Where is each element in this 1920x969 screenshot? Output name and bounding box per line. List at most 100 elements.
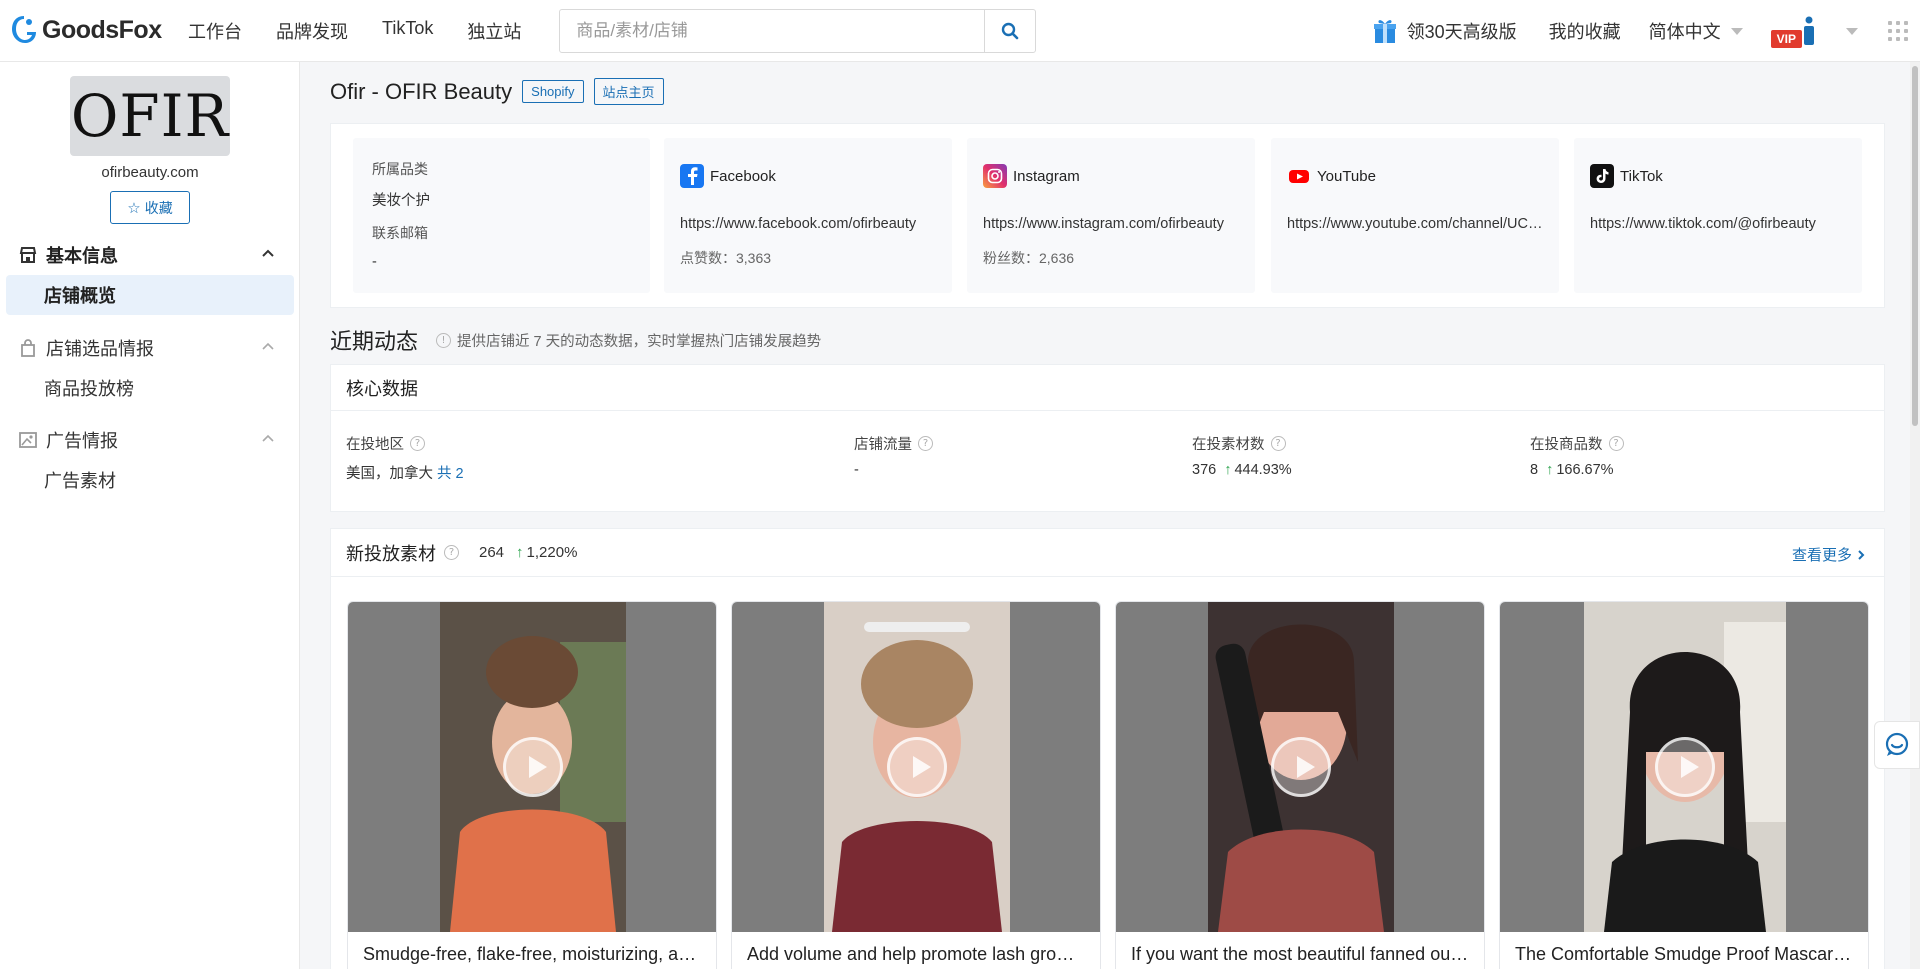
social-card-tiktok: TikTok https://www.tiktok.com/@ofirbeaut… — [1574, 138, 1862, 293]
arrow-up-icon: ↑ — [1224, 462, 1232, 478]
arrow-up-icon: ↑ — [1546, 462, 1554, 478]
store-logo: OFIR — [70, 76, 230, 156]
play-icon[interactable] — [1271, 737, 1331, 797]
arrow-up-icon: ↑ — [516, 544, 524, 561]
vip-badge: VIP — [1770, 30, 1802, 48]
count-value: 264 — [479, 544, 505, 561]
metric-traffic: 店铺流量? - — [854, 433, 933, 478]
email-label: 联系邮箱 — [372, 225, 428, 241]
chevron-up-icon — [262, 249, 274, 257]
sidebar-item-product-ranking[interactable]: 商品投放榜 — [0, 368, 300, 408]
metric-value: 376 — [1192, 462, 1217, 478]
menu-head-label: 店铺选品情报 — [46, 339, 154, 359]
nav-brand-discovery[interactable]: 品牌发现 — [276, 18, 348, 44]
scrollbar-thumb[interactable] — [1912, 66, 1918, 426]
material-card[interactable]: Smudge-free, flake-free, moisturizing, a… — [347, 601, 717, 969]
help-icon[interactable]: ? — [1608, 436, 1624, 451]
search-input[interactable] — [560, 9, 985, 52]
favorite-button[interactable]: ☆ 收藏 — [110, 191, 190, 224]
metric-change: 166.67% — [1556, 462, 1614, 478]
help-icon[interactable]: ? — [444, 545, 459, 560]
facebook-icon — [680, 164, 704, 188]
chevron-up-icon — [262, 342, 274, 350]
play-icon[interactable] — [503, 737, 563, 797]
menu-group-basic-info: 基本信息 店铺概览 — [0, 235, 300, 315]
help-icon[interactable]: ? — [410, 436, 425, 451]
nav-workbench[interactable]: 工作台 — [188, 18, 242, 44]
social-name: Facebook — [710, 167, 776, 185]
social-url[interactable]: https://www.youtube.com/channel/UCxxxxxx… — [1287, 216, 1547, 232]
social-head: Facebook — [680, 164, 776, 188]
gift-icon — [1373, 20, 1396, 43]
fox-logo-icon — [12, 15, 36, 43]
core-data-panel: 核心数据 在投地区? 美国，加拿大共 2 店铺流量? - 在投素材数? 376 ↑… — [330, 364, 1885, 512]
metric-label: 在投地区 — [346, 437, 404, 453]
material-card[interactable]: Add volume and help promote lash growth … — [731, 601, 1101, 969]
language-selector[interactable]: 简体中文 — [1649, 18, 1743, 44]
metric-value: - — [854, 462, 859, 478]
star-icon: ☆ — [127, 199, 141, 217]
category-label: 所属品类 — [372, 161, 428, 177]
metric-label: 在投素材数 — [1192, 437, 1265, 453]
image-ad-icon — [19, 432, 37, 448]
social-url[interactable]: https://www.facebook.com/ofirbeauty — [680, 216, 940, 232]
top-navigation-bar: GoodsFox 工作台 品牌发现 TikTok 独立站 领30天高级版 我的收… — [0, 0, 1920, 62]
material-caption: The Comfortable Smudge Proof Mascara you… — [1515, 944, 1868, 964]
nav-tiktok[interactable]: TikTok — [382, 18, 433, 44]
logo-text: GoodsFox — [42, 16, 162, 44]
section-title: 近期动态 — [330, 329, 419, 354]
play-icon[interactable] — [887, 737, 947, 797]
video-thumbnail — [1500, 602, 1868, 932]
trial-promo-link[interactable]: 领30天高级版 — [1373, 17, 1517, 45]
new-materials-panel: 新投放素材 ? 264 ↑ 1,220% 查看更多 Smudge-free, f… — [330, 528, 1885, 969]
metric-value: 美国，加拿大 — [346, 466, 433, 482]
sidebar: OFIR ofirbeauty.com ☆ 收藏 基本信息 店铺概览 店铺选品情… — [0, 62, 300, 969]
search-button[interactable] — [984, 9, 1035, 52]
menu-head-basic-info[interactable]: 基本信息 — [0, 235, 300, 275]
category-card: 所属品类 美妆个护 联系邮箱 - — [353, 138, 650, 293]
menu-head-label: 基本信息 — [46, 246, 118, 266]
apps-grid-icon[interactable] — [1888, 21, 1908, 41]
social-url[interactable]: https://www.instagram.com/ofirbeauty — [983, 216, 1243, 232]
trial-promo-label: 领30天高级版 — [1406, 22, 1517, 42]
material-card[interactable]: If you want the most beautiful fanned ou… — [1115, 601, 1485, 969]
user-menu[interactable]: VIP — [1770, 14, 1858, 48]
regions-count-link[interactable]: 共 2 — [437, 462, 464, 483]
section-hint: ! 提供店铺近 7 天的动态数据，实时掌握热门店铺发展趋势 — [436, 330, 821, 351]
social-url[interactable]: https://www.tiktok.com/@ofirbeauty — [1590, 216, 1850, 232]
new-materials-header: 新投放素材 ? 264 ↑ 1,220% 查看更多 — [331, 529, 1884, 577]
tiktok-icon — [1590, 164, 1614, 188]
social-stat: 粉丝数：2,636 — [983, 250, 1075, 266]
social-head: Instagram — [983, 164, 1080, 188]
chat-support-button[interactable] — [1874, 721, 1920, 769]
core-data-title: 核心数据 — [331, 365, 1884, 411]
help-icon[interactable]: ? — [1270, 436, 1286, 451]
menu-head-ad-intel[interactable]: 广告情报 — [0, 420, 300, 460]
view-more-link[interactable]: 查看更多 — [1792, 544, 1866, 565]
search-icon — [1002, 22, 1019, 39]
help-icon[interactable]: ? — [918, 436, 933, 451]
page-title: Ofir - OFIR Beauty — [330, 78, 513, 104]
play-icon[interactable] — [1655, 737, 1715, 797]
info-icon: ! — [436, 332, 452, 348]
main-nav: 工作台 品牌发现 TikTok 独立站 — [188, 18, 555, 44]
metric-label: 店铺流量 — [854, 437, 912, 453]
material-card[interactable]: The Comfortable Smudge Proof Mascara you… — [1499, 601, 1869, 969]
homepage-tag[interactable]: 站点主页 — [593, 78, 664, 105]
my-favorites-link[interactable]: 我的收藏 — [1549, 18, 1621, 44]
sidebar-item-ad-materials[interactable]: 广告素材 — [0, 460, 300, 500]
email-value: - — [372, 254, 377, 270]
nav-independent-store[interactable]: 独立站 — [467, 18, 521, 44]
video-thumbnail — [1116, 602, 1484, 932]
menu-head-product-intel[interactable]: 店铺选品情报 — [0, 328, 300, 368]
store-title-row: Ofir - OFIR Beauty Shopify 站点主页 — [330, 78, 674, 105]
favorite-label: 收藏 — [144, 199, 173, 216]
social-card-facebook: Facebook https://www.facebook.com/ofirbe… — [664, 138, 952, 293]
goodsfox-logo[interactable]: GoodsFox — [10, 13, 170, 49]
sidebar-item-store-overview[interactable]: 店铺概览 — [6, 275, 294, 315]
store-info-panel: 所属品类 美妆个护 联系邮箱 - Facebook https://www.fa… — [330, 123, 1885, 308]
platform-tag[interactable]: Shopify — [522, 80, 584, 103]
chevron-up-icon — [262, 434, 274, 442]
social-card-youtube: YouTube https://www.youtube.com/channel/… — [1271, 138, 1559, 293]
store-domain[interactable]: ofirbeauty.com — [0, 164, 300, 181]
